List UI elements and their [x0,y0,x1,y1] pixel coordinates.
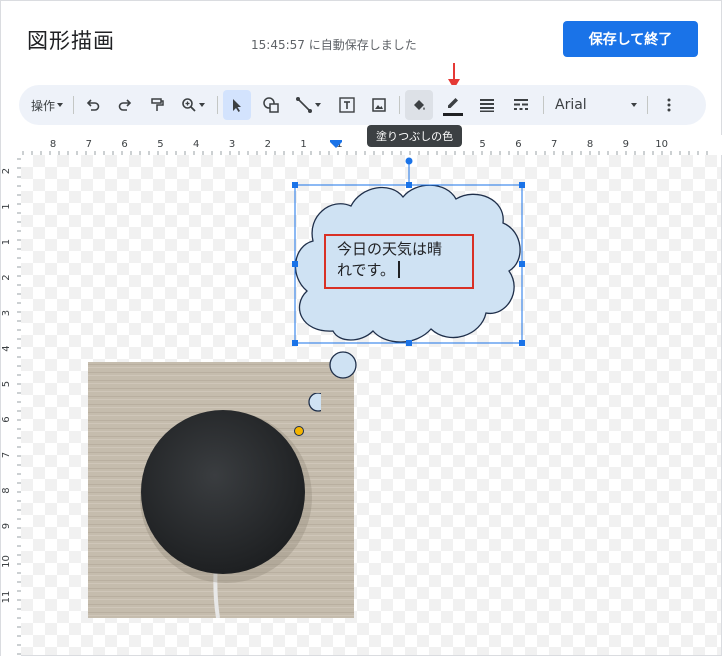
ruler-label: 9 [623,139,629,150]
callout-text-line-2-wrap: れです。 [337,260,477,281]
ruler-label: 5 [479,139,485,150]
more-options-button[interactable] [657,90,681,120]
ruler-label: 2 [1,274,12,280]
drawing-dialog: 図形描画 15:45:57 に自動保存しました 保存して終了 操作 Arial … [0,0,722,656]
select-tool-button[interactable] [223,90,251,120]
ruler-label: 1 [1,239,12,245]
font-select[interactable]: Arial [555,90,639,120]
font-name: Arial [555,97,587,113]
textbox-tool-button[interactable] [333,90,361,120]
callout-text-line-1: 今日の天気は晴 [337,240,443,258]
ruler-label: 5 [157,139,163,150]
save-and-close-button[interactable]: 保存して終了 [563,21,698,57]
toolbar-divider [543,96,544,114]
border-color-icon [448,97,458,108]
actions-menu-label: 操作 [30,98,55,113]
ruler-label: 8 [1,487,12,493]
redo-icon [118,99,132,111]
dialog-title: 図形描画 [27,29,115,53]
ruler-label: 2 [1,168,12,174]
line-icon [296,97,312,113]
autosave-status: 15:45:57 に自動保存しました [251,38,417,52]
fill-color-tooltip: 塗りつぶしの色 [367,125,463,147]
ruler-label: 6 [515,139,521,150]
fill-color-icon [414,100,425,110]
ruler-label: 9 [1,523,12,529]
ruler-label: 10 [1,555,12,568]
undo-button[interactable] [81,90,105,120]
ruler-label: 4 [193,139,199,150]
paint-format-icon [151,98,164,111]
border-dash-button[interactable] [507,90,535,120]
callout-pointer-handle[interactable] [291,393,321,439]
ruler-label: 10 [655,139,668,150]
dropdown-arrow-icon [631,103,637,107]
ruler-label: 4 [1,345,12,351]
zoom-icon [182,98,196,112]
image-tool-button[interactable] [365,90,393,120]
toolbar-divider [73,96,74,114]
ruler-label: 8 [50,139,56,150]
border-weight-icon [480,99,494,112]
vertical-ruler: 211234567891011 [1,155,21,656]
toolbar-divider [399,96,400,114]
toolbar-divider [647,96,648,114]
ruler-label: 1 [300,139,306,150]
ruler-label: 8 [587,139,593,150]
callout-text-line-2: れです。 [337,261,396,279]
ruler-label: 3 [1,310,12,316]
shape-tool-button[interactable] [257,90,285,120]
ruler-label: 7 [551,139,557,150]
dropdown-arrow-icon [199,103,205,107]
select-icon [233,99,241,112]
border-weight-button[interactable] [473,90,501,120]
callout-text[interactable]: 今日の天気は晴 れです。 [337,239,477,281]
selection-handles [292,157,525,346]
ruler-label: 6 [1,416,12,422]
border-dash-icon [514,99,528,110]
shape-icon [263,97,279,113]
dropdown-arrow-icon [57,103,63,107]
ruler-label: 7 [1,452,12,458]
toolbar: 操作 Arial [19,85,706,125]
line-tool-button[interactable] [289,90,329,120]
undo-icon [86,99,100,111]
text-cursor [398,261,401,278]
ruler-label: 5 [1,381,12,387]
ruler-label: 2 [265,139,271,150]
ruler-label: 3 [229,139,235,150]
ruler-label: 6 [121,139,127,150]
border-color-button[interactable] [439,90,467,120]
ruler-label: 11 [1,591,12,604]
fill-color-button[interactable] [405,90,433,120]
border-color-swatch [443,112,463,116]
image-icon [372,98,386,112]
paint-format-button[interactable] [145,90,169,120]
textbox-icon [339,97,355,113]
actions-menu[interactable]: 操作 [27,90,69,120]
ruler-label: 1 [1,203,12,209]
dropdown-arrow-icon [315,103,321,107]
ruler-label: 7 [86,139,92,150]
redo-button[interactable] [113,90,137,120]
more-icon [667,98,671,112]
toolbar-divider [217,96,218,114]
zoom-button[interactable] [175,90,213,120]
